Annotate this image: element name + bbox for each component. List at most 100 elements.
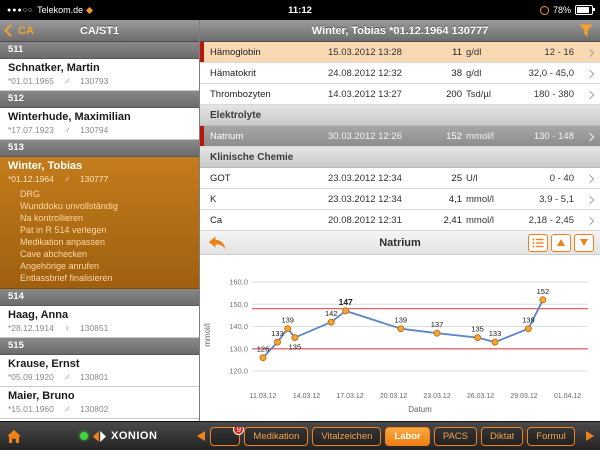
- lab-row[interactable]: Hämoglobin15.03.2012 13:2811g/dl12 - 16: [200, 42, 600, 63]
- svg-text:139: 139: [281, 316, 294, 325]
- lab-range: 180 - 380: [502, 89, 574, 100]
- main-panel: Winter, Tobias *01.12.1964 130777 Hämogl…: [200, 20, 600, 421]
- tab-formul[interactable]: Formul: [527, 427, 575, 446]
- patient-row[interactable]: Schnatker, Martin*01.01.1965♂130793: [0, 59, 199, 91]
- patient-row[interactable]: Haag, Anna*28.12.1914♀130851: [0, 306, 199, 338]
- tab-labor[interactable]: Labor: [385, 427, 429, 446]
- lab-row[interactable]: Natrium30.03.2012 12:26152mmol/l130 - 14…: [200, 126, 600, 147]
- tab-label: Diktat: [490, 428, 514, 445]
- tabs-scroll-right-icon[interactable]: [586, 431, 594, 441]
- chevron-right-icon: [586, 91, 594, 99]
- svg-text:137: 137: [431, 320, 444, 329]
- svg-text:11.03.12: 11.03.12: [250, 393, 277, 400]
- back-button-label: CA: [18, 25, 34, 37]
- triangle-up-icon: [557, 239, 565, 246]
- lab-datetime: 24.08.2012 12:32: [328, 68, 428, 79]
- lab-range: 3,9 - 5,1: [502, 194, 574, 205]
- chevron-right-icon: [586, 49, 594, 57]
- orientation-lock-icon: [540, 6, 549, 15]
- lab-unit: U/l: [462, 173, 502, 184]
- lab-datetime: 15.03.2012 13:28: [328, 47, 428, 58]
- lab-value: 2,41: [428, 215, 462, 226]
- back-button[interactable]: CA: [6, 25, 34, 37]
- tab-badge: 9: [233, 427, 244, 435]
- room-header: 511: [0, 42, 199, 59]
- lab-value: 4,1: [428, 194, 462, 205]
- svg-text:133: 133: [271, 329, 284, 338]
- lab-row[interactable]: GOT23.03.2012 12:3425U/l0 - 40: [200, 168, 600, 189]
- task-item[interactable]: Cave abchecken: [20, 248, 193, 260]
- lab-name: Thrombozyten: [200, 89, 328, 100]
- chevron-right-icon: [586, 196, 594, 204]
- patient-row[interactable]: Winterhude, Maximilian*17.07.1923♂130794: [0, 108, 199, 140]
- svg-text:23.03.12: 23.03.12: [423, 393, 450, 400]
- patient-birthdate: *28.12.1914: [8, 323, 64, 333]
- patient-gender-icon: ♂: [64, 404, 80, 414]
- lab-range: 130 - 148: [502, 131, 574, 142]
- svg-text:139: 139: [522, 316, 535, 325]
- chart-area: 120,0130,0140,0150,0160,011.03.1214.03.1…: [200, 255, 600, 421]
- chart-back-button[interactable]: [208, 236, 226, 250]
- lab-row[interactable]: Thrombozyten14.03.2012 13:27200Tsd/µl180…: [200, 84, 600, 105]
- svg-text:139: 139: [395, 316, 408, 325]
- task-item[interactable]: Angehörige anrufen: [20, 260, 193, 272]
- sort-up-button[interactable]: [551, 234, 571, 252]
- lab-name: K: [200, 194, 328, 205]
- lab-section-header: Klinische Chemie: [200, 147, 600, 168]
- chart-list-button[interactable]: [528, 234, 548, 252]
- patient-name: Maier, Bruno: [8, 390, 193, 402]
- svg-text:152: 152: [537, 287, 550, 296]
- patient-list: 511Schnatker, Martin*01.01.1965♂13079351…: [0, 42, 199, 421]
- lab-section-header: Elektrolyte: [200, 105, 600, 126]
- funnel-icon: [579, 24, 593, 37]
- task-item[interactable]: Medikation anpassen: [20, 236, 193, 248]
- patient-gender-icon: ♂: [64, 76, 80, 86]
- patient-header-title: Winter, Tobias *01.12.1964 130777: [200, 25, 600, 37]
- list-icon: [532, 238, 544, 248]
- lab-unit: mmol/l: [462, 131, 502, 142]
- patient-detail: *01.12.1964♂130777: [8, 174, 193, 184]
- tab-diktat[interactable]: Diktat: [481, 427, 523, 446]
- lab-row[interactable]: K23.03.2012 12:344,1mmol/l3,9 - 5,1: [200, 189, 600, 210]
- svg-text:20.03.12: 20.03.12: [380, 393, 407, 400]
- home-button[interactable]: [6, 429, 22, 444]
- sort-down-button[interactable]: [574, 234, 594, 252]
- task-item[interactable]: DRG: [20, 188, 193, 200]
- patient-id: 130777: [80, 174, 108, 184]
- tab-strip: 9 Medikation VitalzeichenLabor PACS Diktat Fo…: [210, 427, 581, 446]
- filter-button[interactable]: [579, 24, 593, 37]
- lab-row[interactable]: Hämatokrit24.08.2012 12:3238g/dl32,0 - 4…: [200, 63, 600, 84]
- task-item[interactable]: Pat in R 514 verlegen: [20, 224, 193, 236]
- tab-vitalzeichen[interactable]: Vitalzeichen: [312, 427, 381, 446]
- patient-row[interactable]: Krause, Ernst*05.09.1920♂130801: [0, 355, 199, 387]
- lab-datetime: 30.03.2012 12:26: [328, 131, 428, 142]
- home-icon: [6, 429, 22, 444]
- lab-value: 200: [428, 89, 462, 100]
- battery-percent-label: 78%: [553, 5, 571, 15]
- lab-unit: Tsd/µl: [462, 89, 502, 100]
- task-item[interactable]: Na kontrollieren: [20, 212, 193, 224]
- patient-row[interactable]: Winter, Tobias *01.12.1964♂130777 DRGWundd…: [0, 157, 199, 289]
- carrier-label: Telekom.de: [37, 5, 83, 15]
- chevron-right-icon: [586, 133, 594, 141]
- tab-label: Medikation: [253, 428, 299, 445]
- lab-range: 0 - 40: [502, 173, 574, 184]
- tab-pacs[interactable]: PACS: [434, 427, 477, 446]
- patient-header: Winter, Tobias *01.12.1964 130777: [200, 20, 600, 42]
- lab-value: 11: [428, 47, 462, 58]
- lab-row[interactable]: Ca20.08.2012 12:312,41mmol/l2,18 - 2,45: [200, 210, 600, 231]
- patient-gender-icon: ♂: [64, 174, 80, 184]
- svg-text:147: 147: [339, 297, 353, 307]
- patient-gender-icon: ♂: [64, 372, 80, 382]
- tab-more[interactable]: 9: [210, 427, 240, 446]
- task-item[interactable]: Wunddoku unvollständig: [20, 200, 193, 212]
- chart-toolbar-buttons: [528, 234, 594, 252]
- tab-medikation[interactable]: Medikation: [244, 427, 308, 446]
- svg-text:01.04.12: 01.04.12: [554, 393, 581, 400]
- screen: ●●●○○ Telekom.de 11:12 78% CA CA/ST1 511…: [0, 0, 600, 450]
- tabs-scroll-left-icon[interactable]: [197, 431, 205, 441]
- patient-name: Winter, Tobias: [8, 160, 193, 172]
- task-item[interactable]: Entlassbrief finalisieren: [20, 272, 193, 284]
- patient-row[interactable]: Maier, Bruno*15.01.1960♂130802: [0, 387, 199, 419]
- lab-value: 25: [428, 173, 462, 184]
